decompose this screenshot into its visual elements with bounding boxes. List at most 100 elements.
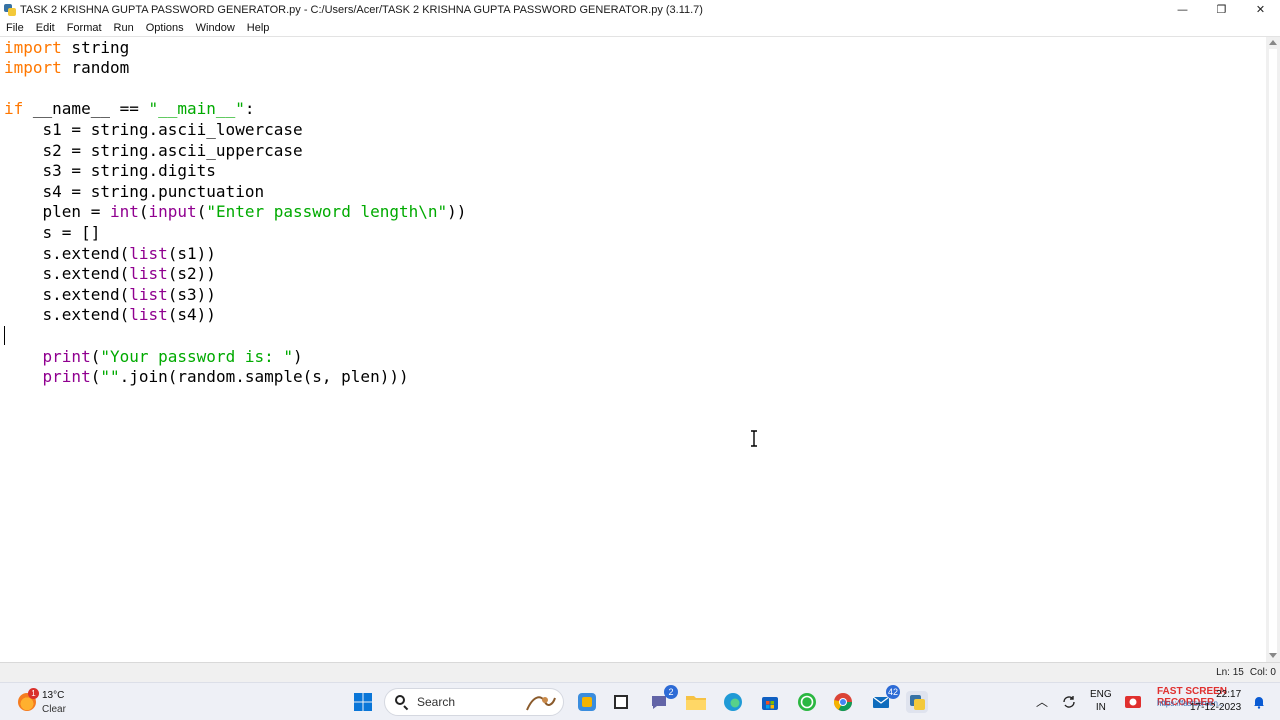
code-editor[interactable]: import string import random if __name__ ==…	[0, 37, 1266, 662]
maximize-button[interactable]: ❐	[1202, 0, 1241, 19]
widgets-app-icon[interactable]	[576, 691, 598, 713]
vertical-scrollbar[interactable]	[1266, 37, 1280, 662]
code-token: int	[109, 202, 139, 222]
file-explorer-icon[interactable]	[685, 691, 707, 713]
code-token: (	[90, 346, 101, 366]
window-title: TASK 2 KRISHNA GUPTA PASSWORD GENERATOR.…	[20, 3, 703, 16]
code-line: s.extend(list(s3))	[4, 285, 216, 306]
code-token: "Your password is: "	[100, 346, 293, 366]
teams-chat-icon[interactable]: 2	[648, 685, 678, 713]
status-line: Ln: 15	[1216, 667, 1244, 678]
search-icon	[395, 695, 409, 711]
code-line: s = []	[4, 222, 101, 244]
menu-file[interactable]: File	[0, 19, 30, 37]
code-token: s = []	[4, 222, 101, 242]
menu-options[interactable]: Options	[140, 19, 190, 37]
code-token: ""	[100, 367, 120, 387]
code-token: random	[61, 58, 130, 78]
recorder-app-icon[interactable]	[1122, 691, 1144, 713]
weather-condition: Clear	[42, 704, 66, 715]
code-token: .join(random.sample(s, plen)))	[119, 367, 409, 387]
code-line: print("".join(random.sample(s, plen)))	[4, 367, 409, 388]
code-token: print	[42, 367, 91, 387]
language-line2: IN	[1095, 702, 1106, 713]
weather-widget[interactable]: 1 13°C Clear	[16, 687, 106, 717]
window-controls: — ❐ ✕	[1163, 0, 1280, 19]
mail-badge: 42	[885, 685, 900, 699]
mail-icon[interactable]: 42	[870, 685, 900, 713]
taskbar: 1 13°C Clear Search 2 42 ︿ ENG IN FAST S…	[0, 682, 1280, 720]
code-token: "__main__"	[148, 99, 245, 119]
code-line: s.extend(list(s1))	[4, 244, 216, 265]
code-line: s4 = string.punctuation	[4, 181, 265, 203]
clock-time: 22:17	[1216, 689, 1242, 700]
task-view-icon[interactable]	[610, 691, 632, 713]
code-token: list	[129, 305, 168, 325]
code-line: s.extend(list(s2))	[4, 264, 216, 285]
code-token: (s3))	[167, 284, 216, 304]
code-token: (s4))	[167, 305, 216, 325]
code-token: print	[42, 346, 91, 366]
code-token: string	[61, 37, 130, 57]
code-token: s1 = string.ascii_lowercase	[4, 119, 303, 139]
code-token: input	[148, 202, 197, 222]
code-token: if	[4, 99, 24, 119]
status-bar: Ln: 15 Col: 0	[0, 662, 1280, 682]
code-token: __name__ ==	[23, 99, 149, 119]
system-clock[interactable]: 22:17 17-12-2023	[1190, 688, 1241, 714]
menu-run[interactable]: Run	[108, 19, 140, 37]
close-button[interactable]: ✕	[1241, 0, 1280, 19]
code-token: list	[129, 264, 168, 284]
start-button[interactable]	[352, 691, 374, 713]
search-label: Search	[417, 695, 456, 709]
code-token: (	[138, 202, 149, 222]
code-token: (s1))	[167, 243, 216, 263]
code-token: (s2))	[167, 264, 216, 284]
whatsapp-icon[interactable]	[796, 691, 818, 713]
code-line: print("Your password is: ")	[4, 347, 303, 368]
code-line: import string	[4, 38, 129, 59]
weather-temp: 13°C	[42, 690, 65, 701]
code-token: plen =	[4, 202, 110, 222]
scroll-down-arrow-icon[interactable]	[1269, 653, 1277, 658]
menu-format[interactable]: Format	[61, 19, 108, 37]
chrome-browser-icon[interactable]	[832, 691, 854, 713]
code-token: s4 = string.punctuation	[4, 181, 265, 201]
code-token: s.extend(	[4, 264, 130, 284]
weather-badge: 1	[28, 688, 39, 699]
code-token: s.extend(	[4, 305, 130, 325]
minimize-button[interactable]: —	[1163, 0, 1202, 19]
clock-date: 17-12-2023	[1190, 702, 1242, 713]
code-line: s2 = string.ascii_uppercase	[4, 141, 303, 162]
code-token: import	[4, 58, 62, 78]
code-line: plen = int(input("Enter password length\…	[4, 202, 467, 223]
code-line: s1 = string.ascii_lowercase	[4, 120, 303, 141]
menu-window[interactable]: Window	[190, 19, 241, 37]
code-token: (	[196, 202, 207, 222]
code-token: )	[293, 346, 303, 366]
code-token: list	[129, 243, 168, 263]
taskbar-search-box[interactable]: Search	[384, 688, 564, 716]
code-token: s.extend(	[4, 243, 130, 263]
notification-bell-icon[interactable]	[1248, 691, 1270, 713]
teams-badge: 2	[664, 685, 678, 699]
python-idle-taskbar-icon[interactable]	[906, 691, 928, 713]
language-indicator[interactable]: ENG IN	[1090, 688, 1112, 714]
code-token: "Enter password length\n"	[206, 202, 448, 222]
scrollbar-thumb[interactable]	[1269, 49, 1277, 653]
menu-edit[interactable]: Edit	[30, 19, 61, 37]
code-token: import	[4, 37, 62, 57]
tray-chevron-up-icon[interactable]: ︿	[1036, 693, 1048, 710]
microsoft-store-icon[interactable]	[759, 691, 781, 713]
sync-icon[interactable]	[1058, 691, 1080, 713]
edge-browser-icon[interactable]	[722, 691, 744, 713]
menu-bar: File Edit Format Run Options Window Help	[0, 19, 1280, 37]
code-token: s3 = string.digits	[4, 161, 216, 181]
code-line: s.extend(list(s4))	[4, 305, 216, 326]
language-line1: ENG	[1090, 689, 1112, 700]
scroll-up-arrow-icon[interactable]	[1269, 40, 1277, 45]
python-idle-icon	[4, 3, 16, 16]
menu-help[interactable]: Help	[241, 19, 276, 37]
